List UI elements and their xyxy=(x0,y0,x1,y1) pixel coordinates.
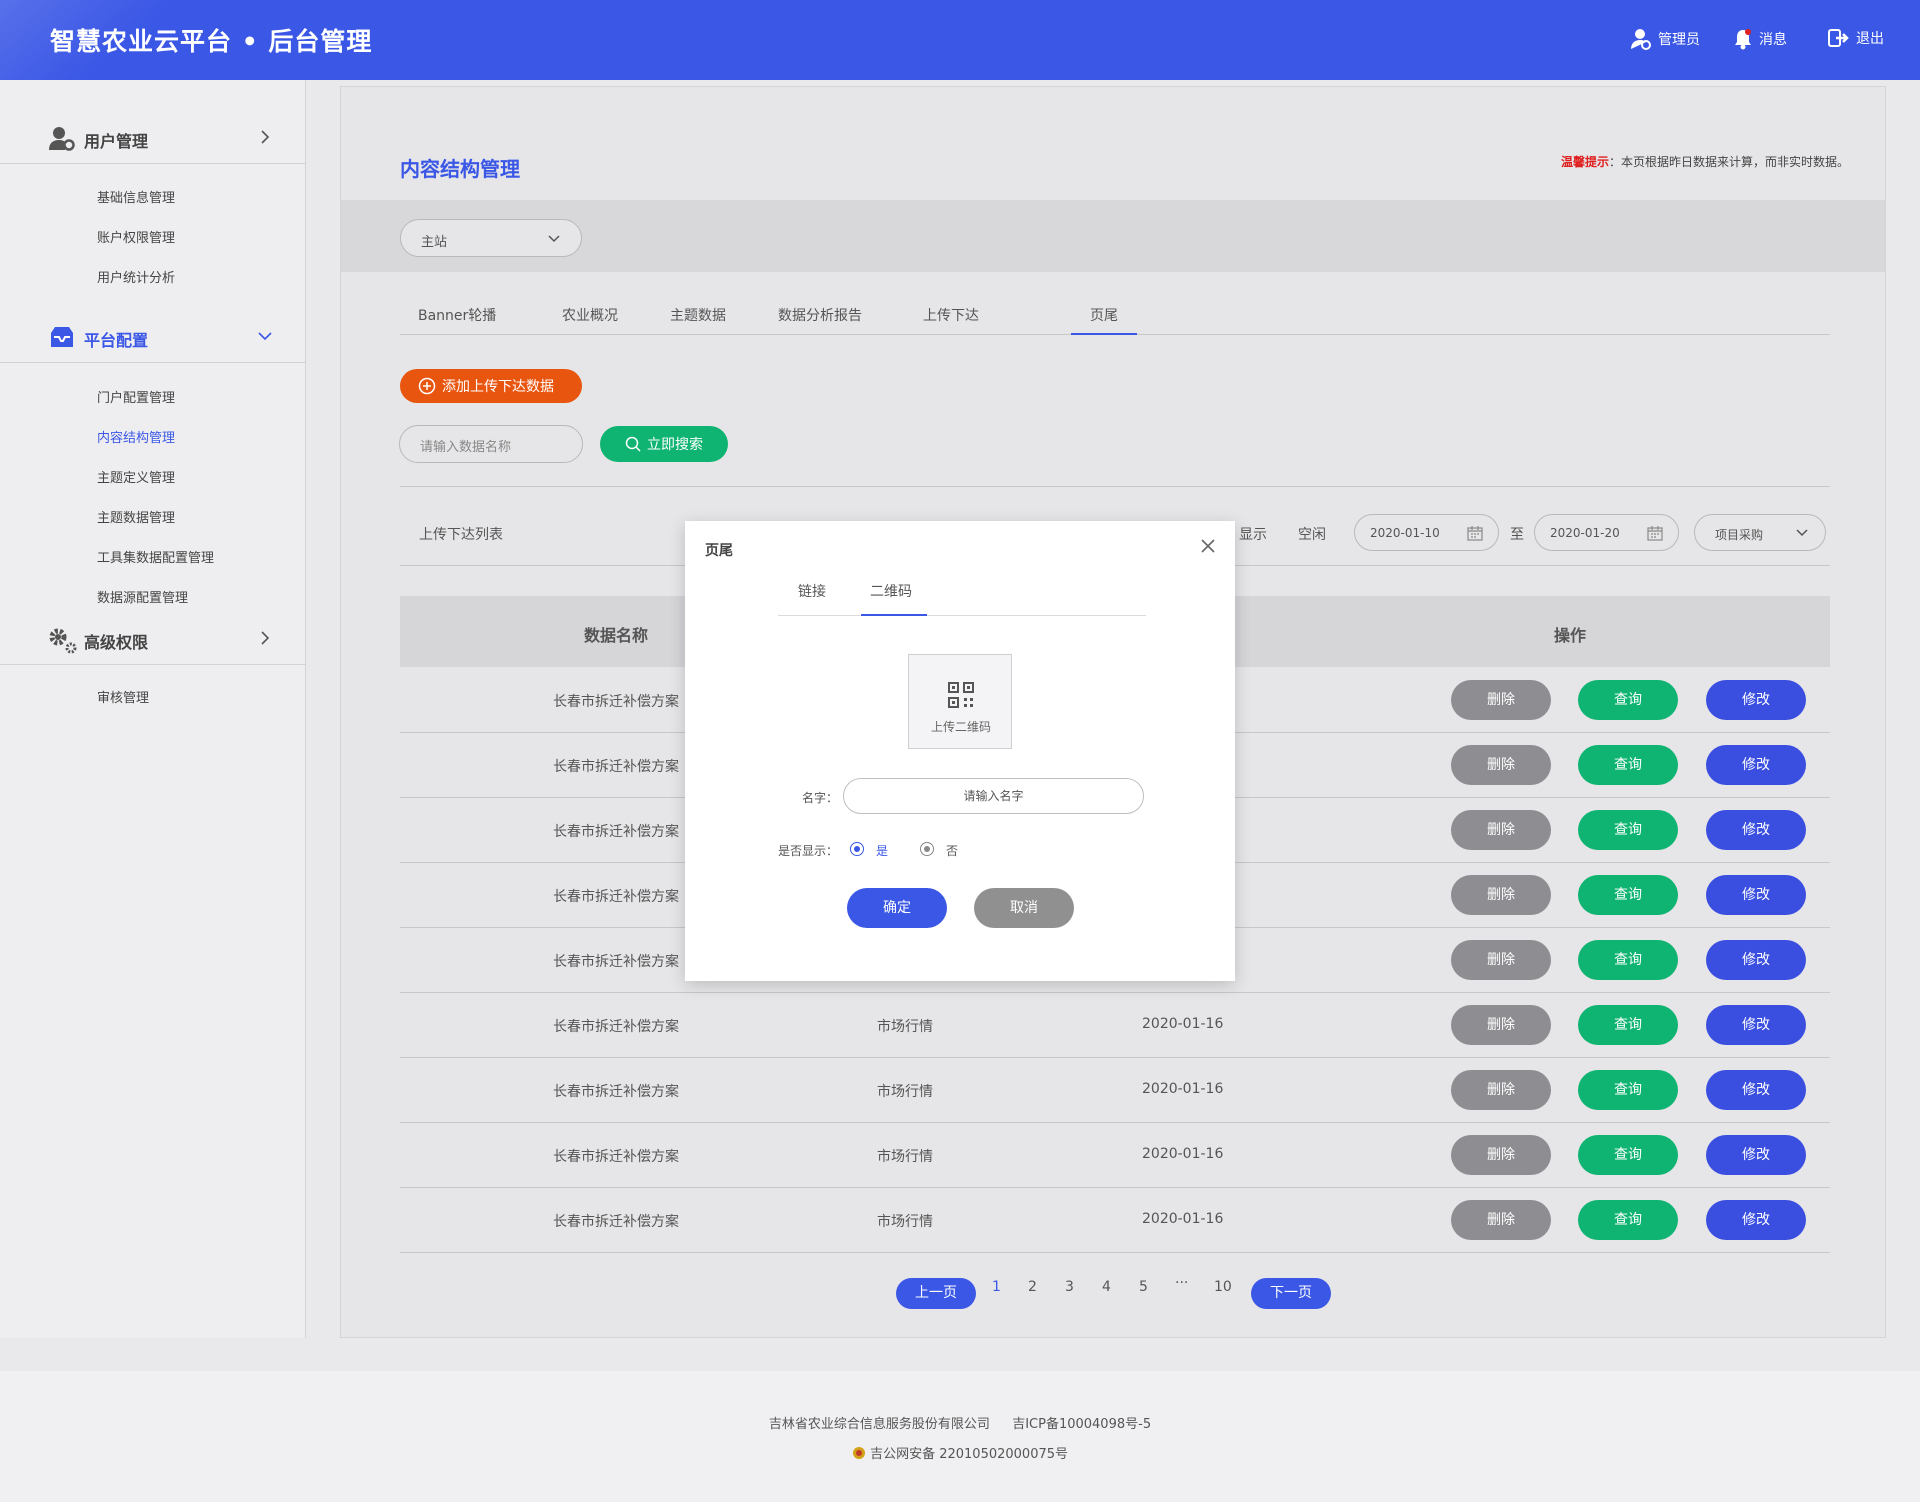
radio-yes-label: 是 xyxy=(876,844,889,858)
radio-no[interactable] xyxy=(920,842,934,856)
modal-tab-link[interactable]: 链接 xyxy=(798,581,826,601)
modal-active-tab-indicator xyxy=(861,614,927,616)
footer-edit-modal: 页尾 链接 二维码 上传二维码 名字： 请输入名字 是否显示： 是 否 确定 取… xyxy=(685,521,1235,981)
modal-overlay: 页尾 链接 二维码 上传二维码 名字： 请输入名字 是否显示： 是 否 确定 取… xyxy=(0,0,1920,1502)
qrcode-icon xyxy=(948,682,974,708)
radio-no-label: 否 xyxy=(946,844,959,858)
qrcode-upload-label: 上传二维码 xyxy=(930,720,991,734)
show-label: 是否显示： xyxy=(778,844,839,858)
cancel-button[interactable]: 取消 xyxy=(974,888,1074,928)
name-input[interactable]: 请输入名字 xyxy=(843,778,1144,814)
close-icon[interactable] xyxy=(1199,537,1217,555)
name-label: 名字： xyxy=(802,791,839,805)
confirm-button[interactable]: 确定 xyxy=(847,888,947,928)
radio-yes[interactable] xyxy=(850,842,864,856)
modal-title: 页尾 xyxy=(705,543,733,559)
modal-tab-qrcode[interactable]: 二维码 xyxy=(870,581,912,601)
modal-tabs: 链接 二维码 xyxy=(778,559,1146,616)
qrcode-upload[interactable]: 上传二维码 xyxy=(908,654,1012,749)
